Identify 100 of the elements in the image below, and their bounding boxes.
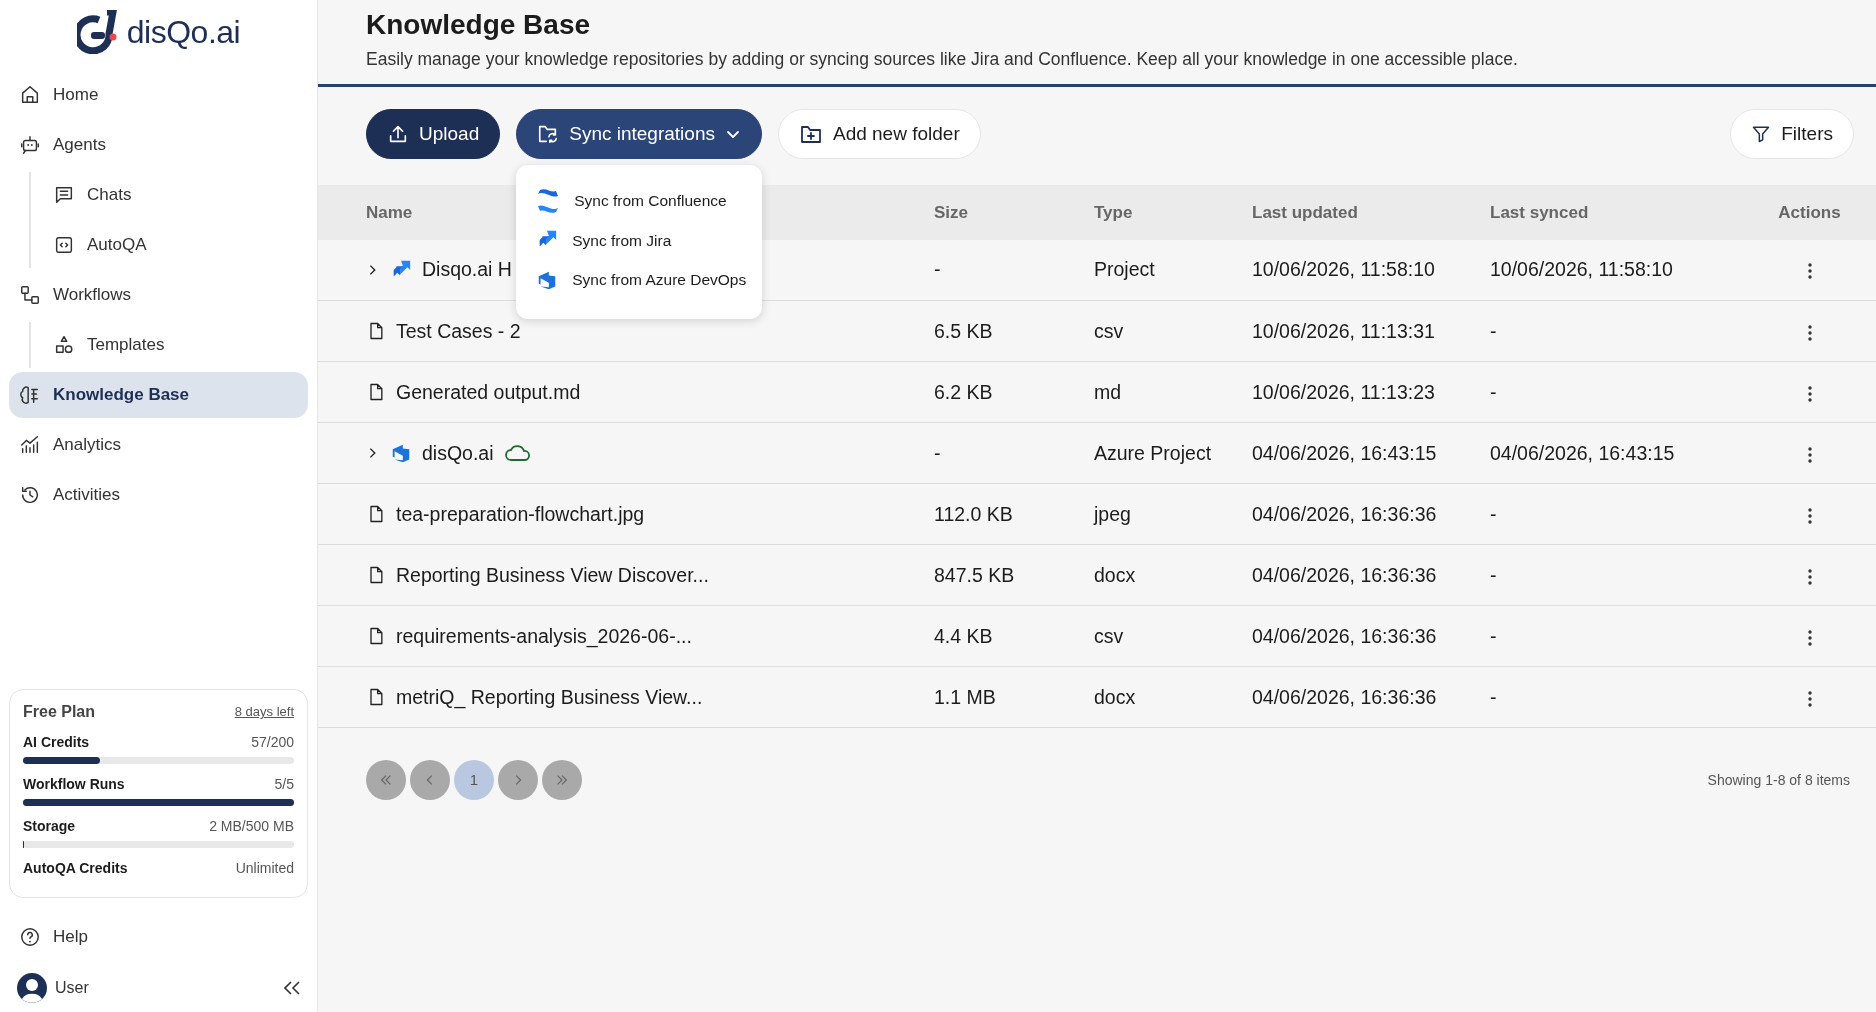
table-cell: 112.0 KB [934,502,1013,525]
chat-icon [53,184,75,206]
page-button[interactable]: 1 [454,760,494,801]
pagination-summary: Showing 1-8 of 8 items [1707,770,1850,790]
usage-value: 57/200 [251,733,294,752]
table-cell: md [1094,380,1122,403]
nav-item[interactable]: Workflows [9,272,308,318]
nav-item[interactable]: AutoQA [43,222,308,268]
table-cell: 4.4 KB [934,624,993,647]
table-cell: - [934,258,941,281]
add-folder-button[interactable]: Add new folder [777,108,981,159]
help-icon [19,926,41,948]
nav-item[interactable]: Home [9,72,308,118]
plan-title: Free Plan [23,702,96,722]
avatar-icon [17,973,47,1003]
more-icon[interactable] [1806,262,1813,281]
more-icon[interactable] [1806,567,1813,586]
upload-button[interactable]: Upload [366,108,501,159]
more-icon[interactable] [1806,506,1813,525]
last-page-icon [555,773,569,788]
item-name[interactable]: Test Cases - 2 [396,316,521,346]
nav-item[interactable]: Knowledge Base [9,372,308,418]
nav-item[interactable]: Chats [43,172,308,218]
column-header: Actions [1743,184,1876,240]
item-name[interactable]: Disqo.ai H [422,255,512,285]
nav-item[interactable]: Analytics [9,422,308,468]
column-header: Last synced [1489,184,1743,240]
usage-label: Storage [23,817,76,836]
table-cell: docx [1094,685,1136,708]
days-left-link[interactable]: 8 days left [234,702,294,722]
table-cell: Project [1094,258,1155,281]
user-name[interactable]: User [55,976,89,1000]
page-subtitle: Easily manage your knowledge repositories by adding or syncing sources like Jira and Confluence. Keep all your knowledge in one accessible place. [366,47,1519,71]
sync-integrations-button[interactable]: Sync integrations [516,108,762,159]
chart-icon [19,434,41,456]
table-cell: 04/06/2026, 16:43:15 [1490,441,1675,464]
nav-item[interactable]: Activities [9,472,308,518]
table-cell: 10/06/2026, 11:13:31 [1252,319,1435,342]
more-icon[interactable] [1806,445,1813,464]
item-name[interactable]: requirements-analysis_2026-06-... [396,621,692,651]
table-cell: csv [1094,319,1124,342]
shapes-icon [53,334,75,356]
help-link[interactable]: Help [9,914,308,960]
column-header: Type [1093,184,1251,240]
table-cell: - [1490,624,1497,647]
logo-icon [76,10,119,54]
first-page-icon [379,773,393,788]
more-icon[interactable] [1806,384,1813,403]
usage-value: 2 MB/500 MB [209,817,294,836]
robot-icon [19,134,41,156]
usage-value: 5/5 [274,775,294,794]
table-cell: - [1490,563,1497,586]
more-icon[interactable] [1806,628,1813,647]
item-name[interactable]: disQo.ai [422,438,494,468]
item-name[interactable]: Reporting Business View Discover... [396,560,709,590]
table-cell: - [1490,380,1497,403]
nav-item[interactable]: Templates [43,322,308,368]
usage-value: Unlimited [235,859,294,878]
collapse-icon[interactable] [284,981,300,995]
filters-button[interactable]: Filters [1730,108,1854,159]
column-header: Size [933,184,1093,240]
more-icon[interactable] [1806,689,1813,708]
code-icon [53,234,75,256]
table-cell: jpeg [1094,502,1131,525]
nav-item[interactable]: Agents [9,122,308,168]
usage-label: AutoQA Credits [23,859,128,878]
brain-icon [19,384,41,406]
last-page-button[interactable] [542,760,582,801]
menu-item[interactable]: Sync from Azure DevOps [536,260,749,300]
page-title: Knowledge Base [366,8,592,42]
column-header: Last updated [1251,184,1489,240]
workflow-icon [19,284,41,306]
table-cell: Azure Project [1094,441,1212,464]
item-name[interactable]: tea-preparation-flowchart.jpg [396,499,645,529]
table-cell: docx [1094,563,1136,586]
table-cell: - [934,441,941,464]
table-cell: 10/06/2026, 11:13:23 [1252,380,1435,403]
usage-label: Workflow Runs [23,775,125,794]
logo-text: disQo.ai [126,13,241,52]
table-cell: 10/06/2026, 11:58:10 [1490,258,1673,281]
table-cell: - [1490,685,1497,708]
table-cell: - [1490,502,1497,525]
table-cell: 10/06/2026, 11:58:10 [1252,258,1435,281]
home-icon [19,84,41,106]
table-cell: csv [1094,624,1124,647]
usage-label: AI Credits [23,733,90,752]
history-icon [19,484,41,506]
table-cell: 6.2 KB [934,380,993,403]
item-name[interactable]: metriQ_ Reporting Business View... [396,682,703,712]
table-cell: 04/06/2026, 16:36:36 [1252,502,1437,525]
table-cell: 04/06/2026, 16:43:15 [1252,441,1437,464]
table-cell: 04/06/2026, 16:36:36 [1252,624,1437,647]
table-cell: 847.5 KB [934,563,1015,586]
item-name[interactable]: Generated output.md [396,377,581,407]
table-cell: - [1490,319,1497,342]
more-icon[interactable] [1806,323,1813,342]
first-page-button[interactable] [366,760,406,801]
table-cell: 04/06/2026, 16:36:36 [1252,685,1437,708]
table-cell: 6.5 KB [934,319,993,342]
table-cell: 1.1 MB [934,685,996,708]
